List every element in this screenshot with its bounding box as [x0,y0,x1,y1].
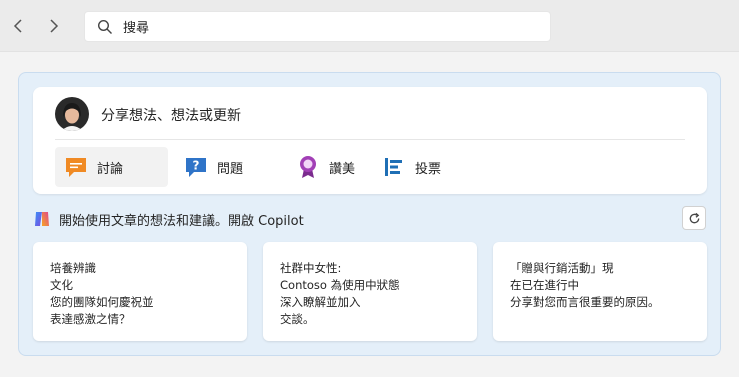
avatar [55,97,89,131]
tab-discussion[interactable]: 討論 [55,147,168,187]
question-icon: ? [183,154,209,180]
tab-label: 投票 [415,161,442,177]
copilot-icon [35,212,49,226]
back-button[interactable] [8,14,30,38]
chevron-left-icon [13,19,22,33]
card-text-line: 分享對您而言很重要的原因。 [510,295,660,309]
card-text-line: 文化 [50,278,73,292]
refresh-icon [689,212,699,223]
composer-prompt[interactable]: 分享想法、想法或更新 [101,105,241,125]
card-text-line: 您的團隊如何慶祝並 [50,295,154,309]
forward-button[interactable] [42,14,64,38]
card-text-line: 在已在進行中 [510,278,579,292]
copilot-prompt-text: 開始使用文章的想法和建議。開啟 Copilot [59,213,304,229]
praise-badge-icon [295,154,321,180]
tab-label: 問題 [217,161,244,177]
search-box[interactable]: 搜尋 [84,11,551,42]
suggestion-card[interactable]: 社群中女性: Contoso 為使用中狀態 深入瞭解並加入 交談。 [263,242,477,341]
post-composer: 分享想法、想法或更新 討論 ? 問題 讚美 投票 [33,87,707,194]
search-icon [97,19,112,34]
card-text-line: 表達感激之情？ [50,312,131,326]
divider [55,139,685,140]
discussion-icon [63,154,89,180]
viva-engage-panel: 分享想法、想法或更新 討論 ? 問題 讚美 投票 開始使用文章的想法和建議。開啟… [18,72,721,356]
card-text-line: Contoso 為使用中狀態 [280,278,400,292]
card-text-line: 社群中女性: [280,261,342,275]
refresh-button[interactable] [682,206,706,230]
search-input[interactable]: 搜尋 [123,17,149,36]
tab-question[interactable]: ? 問題 [183,147,243,187]
svg-text:?: ? [193,159,200,173]
tab-praise[interactable]: 讚美 [295,147,355,187]
suggestion-card[interactable]: 培養辨識 文化 您的團隊如何慶祝並 表達感激之情？ [33,242,247,341]
tab-label: 讚美 [329,161,356,177]
card-text-line: 培養辨識 [50,261,96,275]
card-text-line: 「贈與行銷活動」現 [510,261,614,275]
chevron-right-icon [50,19,59,33]
poll-icon [381,154,407,180]
browser-toolbar: 搜尋 [0,0,739,52]
copilot-suggestion-header: 開始使用文章的想法和建議。開啟 Copilot [33,208,304,230]
tab-label: 討論 [97,161,124,177]
card-text-line: 深入瞭解並加入 [280,295,361,309]
suggestion-card[interactable]: 「贈與行銷活動」現 在已在進行中 分享對您而言很重要的原因。 [493,242,707,341]
card-text-line: 交談。 [280,312,315,326]
tab-poll[interactable]: 投票 [381,147,441,187]
